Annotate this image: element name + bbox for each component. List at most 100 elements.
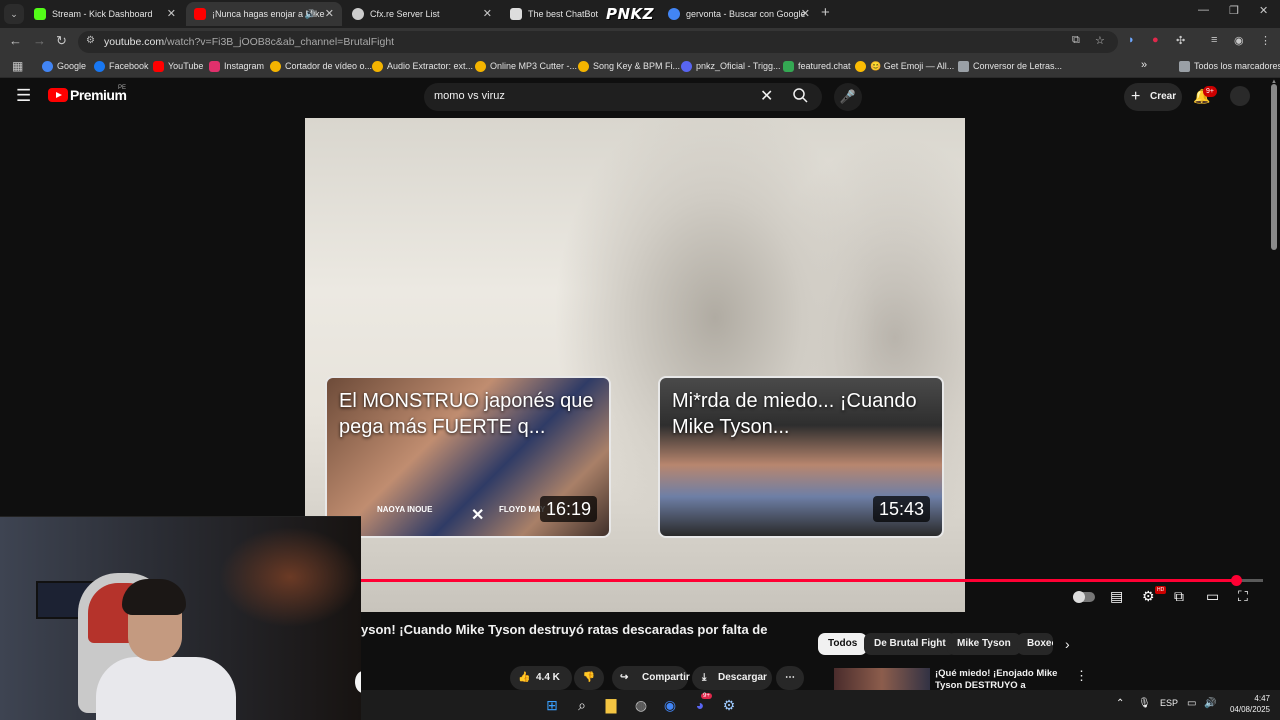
google-icon	[668, 8, 680, 20]
steam-icon[interactable]: ⚙	[720, 696, 738, 714]
bookmark-google[interactable]: Google	[42, 61, 86, 72]
bookmark-song-key[interactable]: Song Key & BPM Fi...	[578, 61, 680, 72]
chip-brutal-fight[interactable]: De Brutal Fight	[864, 633, 956, 655]
language-indicator[interactable]: ESP	[1160, 698, 1178, 708]
tab-chatbot[interactable]: The best ChatBot and	[502, 2, 600, 26]
like-button[interactable]: 👍 4.4 K	[510, 666, 572, 690]
chip-todos[interactable]: Todos	[818, 633, 868, 655]
tab-label: Cfx.re Server List	[370, 9, 440, 19]
voice-search-button[interactable]: 🎤	[834, 83, 862, 111]
video-player[interactable]: El MONSTRUO japonés que pega más FUERTE …	[305, 118, 965, 612]
profile-icon[interactable]: ◉	[1234, 34, 1244, 47]
taskbar-clock[interactable]: 4:47 04/08/2025	[1226, 693, 1270, 715]
chevron-right-icon[interactable]: ›	[1065, 636, 1070, 652]
bookmark-get-emoji[interactable]: 😊 Get Emoji — All...	[855, 61, 954, 72]
more-actions-button[interactable]: ⋯	[776, 666, 804, 690]
bookmark-mp3-cutter[interactable]: Online MP3 Cutter -...	[475, 61, 577, 72]
all-bookmarks[interactable]: Todos los marcadores	[1179, 61, 1280, 72]
settings-gear-icon[interactable]: ⚙	[1142, 588, 1155, 605]
new-tab-button[interactable]: +	[821, 4, 830, 21]
endcard-title: Mi*rda de miedo... ¡Cuando Mike Tyson...	[672, 390, 917, 438]
close-icon[interactable]: ✕	[325, 2, 334, 26]
chip-mike-tyson[interactable]: Mike Tyson	[947, 633, 1021, 655]
endcard-video-2[interactable]: Mi*rda de miedo... ¡Cuando Mike Tyson...…	[658, 376, 944, 538]
bookmark-pnkz-oficial[interactable]: pnkz_Oficial - Trigg...	[681, 61, 781, 72]
bookmark-conversor[interactable]: Conversor de Letras...	[958, 61, 1062, 72]
tab-youtube-video[interactable]: ¡Nunca hagas enojar a Mike 🔊 ✕	[186, 2, 342, 26]
chrome-icon[interactable]: ◉	[661, 696, 679, 714]
youtube-logo-icon[interactable]	[48, 88, 68, 102]
bookmark-video-cutter[interactable]: Cortador de vídeo o...	[270, 61, 372, 72]
search-box[interactable]: momo vs viruz ✕	[424, 83, 822, 111]
page-scrollbar[interactable]	[1271, 84, 1277, 250]
close-icon[interactable]: ✕	[483, 2, 492, 26]
video-progress-bar[interactable]	[361, 575, 1263, 586]
close-icon[interactable]: ✕	[167, 2, 176, 26]
endcard-video-1[interactable]: El MONSTRUO japonés que pega más FUERTE …	[325, 376, 611, 538]
chatbot-icon	[510, 8, 522, 20]
tab-search-button[interactable]: ⌄	[4, 4, 24, 24]
extension-waves-icon[interactable]: ◗	[1128, 34, 1135, 46]
close-icon[interactable]: ✕	[801, 2, 810, 26]
bookmark-featured-chat[interactable]: featured.chat	[783, 61, 851, 72]
app-circle-icon[interactable]: ◍	[632, 696, 650, 714]
search-taskbar-icon[interactable]: ⌕	[573, 696, 591, 714]
windows-start-icon[interactable]: ⊞	[543, 696, 561, 714]
search-input[interactable]: momo vs viruz	[434, 90, 505, 102]
instagram-icon	[209, 61, 220, 72]
install-app-icon[interactable]: ⧉	[1072, 34, 1080, 47]
bookmark-star-icon[interactable]: ☆	[1095, 34, 1105, 47]
search-icon[interactable]	[792, 87, 808, 103]
thumbs-up-icon: 👍	[518, 672, 531, 683]
tab-kick-dashboard[interactable]: Stream - Kick Dashboard ✕	[26, 2, 184, 26]
extensions-puzzle-icon[interactable]: ✣	[1176, 34, 1185, 47]
tray-chevron-icon[interactable]: ⌃	[1116, 698, 1124, 709]
grid-icon	[958, 61, 969, 72]
reload-icon[interactable]: ↻	[56, 33, 67, 49]
menu-kebab-icon[interactable]: ⋮	[1260, 34, 1271, 47]
forward-icon[interactable]: →	[33, 33, 46, 48]
download-button[interactable]: ⤓ Descargar	[692, 666, 772, 690]
reading-list-icon[interactable]: ≡	[1211, 34, 1217, 46]
fullscreen-icon[interactable]: ⛶	[1238, 588, 1248, 605]
tray-microphone-icon[interactable]: 🎙	[1138, 698, 1151, 709]
clear-search-icon[interactable]: ✕	[760, 86, 773, 106]
create-button[interactable]: + Crear	[1124, 83, 1182, 111]
bookmark-audio-extractor[interactable]: Audio Extractor: ext...	[372, 61, 473, 72]
share-button[interactable]: ↪ Compartir	[612, 666, 690, 690]
apps-grid-icon[interactable]: ▦	[12, 59, 23, 73]
dislike-button[interactable]: 👎	[574, 666, 604, 690]
autoplay-toggle[interactable]	[1073, 591, 1095, 603]
tab-cfx-server-list[interactable]: Cfx.re Server List ✕	[344, 2, 500, 26]
site-info-icon[interactable]: ⚙	[86, 35, 95, 46]
menu-icon[interactable]: ☰	[16, 86, 31, 106]
person-icon	[681, 61, 692, 72]
network-icon[interactable]: ▭	[1187, 698, 1196, 709]
pnkz-logo: PNKZ	[606, 5, 655, 23]
streamer-hair	[122, 579, 186, 615]
bookmark-instagram[interactable]: Instagram	[209, 61, 264, 72]
recommended-thumbnail[interactable]	[834, 668, 930, 690]
bookmark-facebook[interactable]: Facebook	[94, 61, 149, 72]
close-window-icon[interactable]: ✕	[1259, 4, 1268, 17]
restore-icon[interactable]: ❐	[1229, 4, 1239, 17]
plus-icon: +	[1131, 88, 1141, 105]
miniplayer-icon[interactable]: ⧉	[1174, 588, 1184, 605]
bookmark-youtube[interactable]: YouTube	[153, 61, 203, 72]
more-bookmarks-icon[interactable]: »	[1141, 59, 1147, 71]
tab-google-search[interactable]: gervonta - Buscar con Google ✕	[660, 2, 818, 26]
scrubber-handle[interactable]	[1230, 575, 1242, 586]
theater-mode-icon[interactable]: ▭	[1206, 588, 1219, 605]
back-icon[interactable]: ←	[9, 33, 22, 48]
minimize-icon[interactable]: —	[1198, 4, 1209, 16]
more-vertical-icon[interactable]: ⋮	[1075, 668, 1088, 684]
chip-boxeo[interactable]: Boxeo	[1017, 633, 1053, 655]
file-explorer-icon[interactable]: ▇	[602, 696, 620, 714]
address-bar[interactable]: ⚙ youtube.com/watch?v=Fi3B_jOOB8c&ab_cha…	[78, 31, 1118, 53]
extension-red-icon[interactable]: ●	[1152, 34, 1159, 46]
speaker-icon[interactable]: 🔊	[305, 2, 316, 26]
volume-icon[interactable]: 🔊	[1204, 698, 1216, 709]
subtitles-icon[interactable]: ▤	[1110, 588, 1123, 605]
endcard-title: El MONSTRUO japonés que pega más FUERTE …	[339, 390, 594, 438]
avatar[interactable]	[1230, 86, 1250, 106]
